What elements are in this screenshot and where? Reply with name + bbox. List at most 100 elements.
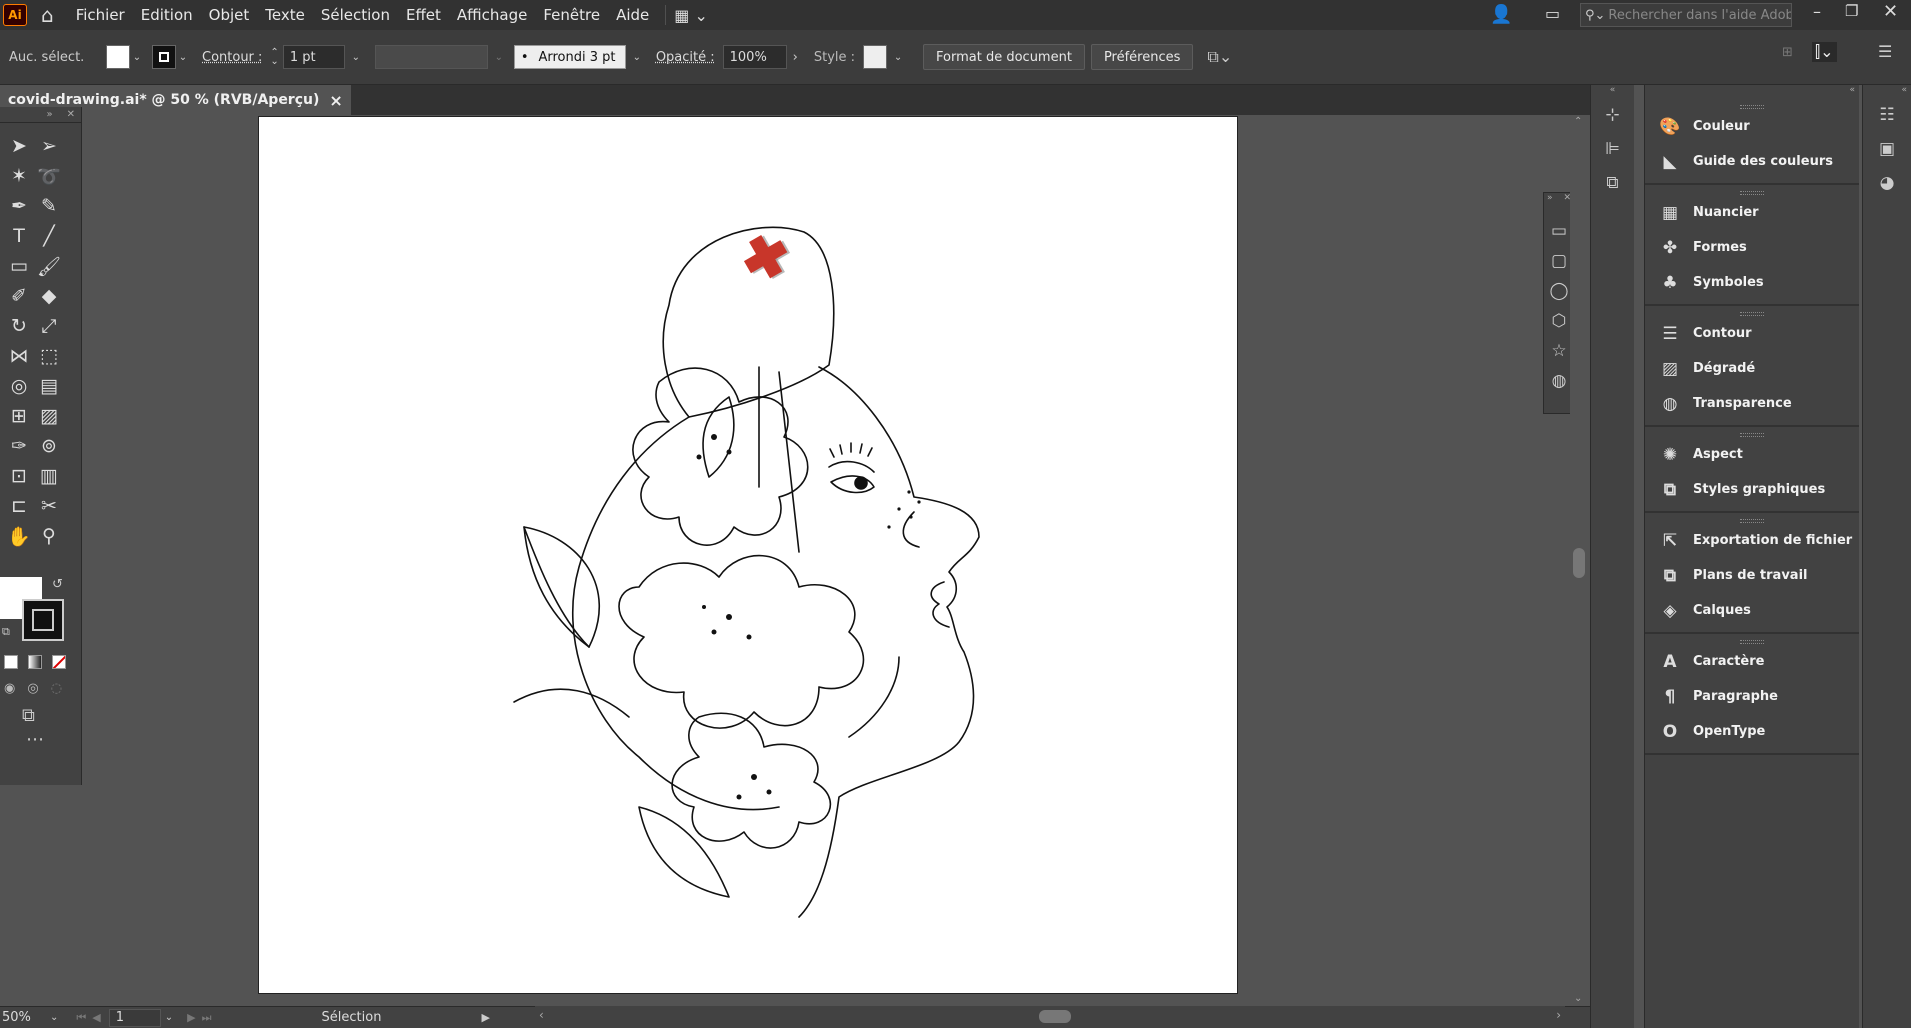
collapse-icon[interactable]: »: [1547, 193, 1553, 207]
rounded-rectangle-shape-icon[interactable]: ▢: [1551, 251, 1567, 271]
menu-aide[interactable]: Aide: [608, 6, 657, 24]
chevron-down-icon[interactable]: ⌄: [349, 52, 363, 63]
scroll-down-icon[interactable]: ⌄: [1574, 993, 1582, 1004]
panel-item-palette[interactable]: 🎨 Couleur: [1645, 109, 1859, 144]
learn-panel-icon[interactable]: ◕: [1880, 173, 1895, 193]
panel-item-swatches[interactable]: ▦ Nuancier: [1645, 195, 1859, 230]
horizontal-scroll-thumb[interactable]: [1039, 1010, 1071, 1023]
menu-selection[interactable]: Sélection: [313, 6, 398, 24]
collapse-icon[interactable]: »: [46, 109, 52, 120]
restore-icon[interactable]: ❐: [1845, 2, 1858, 20]
variable-width-profile[interactable]: [374, 45, 488, 69]
arrange-icon[interactable]: ⧉⌄: [1207, 47, 1232, 67]
panel-item-gradient[interactable]: ▨ Dégradé: [1645, 351, 1859, 386]
transform-panel-icon[interactable]: ⊹: [1605, 105, 1619, 125]
vertical-scroll-thumb[interactable]: [1573, 548, 1585, 578]
artwork-illustration[interactable]: [259, 117, 1239, 995]
properties-panel-icon[interactable]: ☷: [1879, 105, 1894, 125]
pen-tool-icon[interactable]: ✒: [4, 191, 34, 221]
zoom-field[interactable]: 50%: [0, 1010, 50, 1025]
ellipse-shape-icon[interactable]: ◯: [1549, 281, 1568, 301]
direct-selection-tool-icon[interactable]: ➢: [34, 131, 64, 161]
pathfinder-panel-icon[interactable]: ⧉: [1606, 173, 1618, 193]
polygon-shape-icon[interactable]: ⬡: [1552, 311, 1567, 331]
panel-item-character[interactable]: A Caractère: [1645, 644, 1859, 679]
libraries-panel-icon[interactable]: ▣: [1879, 139, 1895, 159]
hand-tool-icon[interactable]: ✋: [4, 521, 34, 551]
curvature-tool-icon[interactable]: ✎: [34, 191, 64, 221]
rectangle-tool-icon[interactable]: ▭: [4, 251, 34, 281]
artboard-number-field[interactable]: 1: [108, 1008, 161, 1027]
artboard-tool-icon[interactable]: ⊏: [4, 491, 34, 521]
panel-item-color-guide[interactable]: ◣ Guide des couleurs: [1645, 144, 1859, 179]
menu-fenetre[interactable]: Fenêtre: [535, 6, 608, 24]
magic-wand-tool-icon[interactable]: ✶: [4, 161, 34, 191]
screen-mode-icon[interactable]: ⧉: [22, 705, 35, 726]
symbol-sprayer-tool-icon[interactable]: ⊡: [4, 461, 34, 491]
star-shape-icon[interactable]: ☆: [1551, 341, 1566, 361]
first-artboard-icon[interactable]: ⏮: [76, 1011, 86, 1025]
close-window-icon[interactable]: ✕: [1883, 1, 1898, 22]
menu-affichage[interactable]: Affichage: [449, 6, 535, 24]
collapse-icon[interactable]: «: [1591, 85, 1634, 99]
slice-tool-icon[interactable]: ✂: [34, 491, 64, 521]
vertical-scrollbar[interactable]: ⌃ ⌄: [1570, 116, 1588, 1004]
panel-item-transparency[interactable]: ◍ Transparence: [1645, 386, 1859, 421]
help-search-input[interactable]: Rechercher dans l'aide Adobe: [1608, 8, 1791, 23]
free-transform-tool-icon[interactable]: ⬚: [34, 341, 64, 371]
gradient-tool-icon[interactable]: ▨: [34, 401, 64, 431]
fill-swatch[interactable]: [106, 45, 130, 69]
rectangle-shape-icon[interactable]: ▭: [1551, 221, 1567, 241]
chevron-down-icon[interactable]: ⌄: [492, 52, 506, 63]
shape-builder-tool-icon[interactable]: ◎: [4, 371, 34, 401]
graphic-style-swatch[interactable]: [863, 45, 888, 69]
chevron-down-icon[interactable]: ⌄: [630, 52, 644, 63]
menu-edition[interactable]: Edition: [133, 6, 201, 24]
more-tools-icon[interactable]: ⋯: [26, 729, 44, 750]
stepper-icon[interactable]: ⌃ ⌄: [270, 48, 278, 67]
collapse-icon[interactable]: «: [1863, 85, 1911, 99]
menu-fichier[interactable]: Fichier: [68, 6, 133, 24]
panel-item-artboards[interactable]: ⧉ Plans de travail: [1645, 558, 1859, 593]
transform-grid-icon[interactable]: ⊞: [1782, 45, 1793, 60]
chevron-down-icon[interactable]: ⌄: [50, 1012, 58, 1023]
blend-tool-icon[interactable]: ⊚: [34, 431, 64, 461]
collapse-icon[interactable]: «: [1645, 85, 1859, 99]
contour-label[interactable]: Contour :: [202, 50, 262, 65]
eraser-tool-icon[interactable]: ◆: [34, 281, 64, 311]
stroke-swatch[interactable]: [152, 45, 176, 69]
zoom-tool-icon[interactable]: ⚲: [34, 521, 64, 551]
paintbrush-tool-icon[interactable]: 🖌: [34, 251, 64, 281]
panel-item-graphic-styles[interactable]: ⧉ Styles graphiques: [1645, 472, 1859, 507]
menu-objet[interactable]: Objet: [201, 6, 258, 24]
gradient-mode-button[interactable]: [28, 655, 42, 669]
perspective-grid-tool-icon[interactable]: ▤: [34, 371, 64, 401]
chevron-right-icon[interactable]: ›: [793, 50, 798, 65]
align-options-icon[interactable]: ⫿⌄: [1812, 42, 1837, 62]
preferences-button[interactable]: Préférences: [1090, 44, 1194, 70]
workspace-switcher-icon[interactable]: ▦ ⌄: [674, 6, 708, 25]
panel-item-stroke[interactable]: ☰ Contour: [1645, 316, 1859, 351]
line-tool-icon[interactable]: ╱: [34, 221, 64, 251]
lasso-tool-icon[interactable]: ➰: [34, 161, 64, 191]
chevron-down-icon[interactable]: ⌄: [891, 52, 905, 63]
rotate-tool-icon[interactable]: ↻: [4, 311, 34, 341]
close-panel-icon[interactable]: ✕: [67, 109, 75, 120]
stroke-color-swatch[interactable]: [22, 599, 64, 641]
home-icon[interactable]: ⌂: [41, 3, 54, 27]
none-mode-button[interactable]: [52, 655, 66, 669]
draw-normal-icon[interactable]: ◉: [4, 681, 15, 696]
swap-colors-icon[interactable]: ↺: [52, 577, 63, 592]
opacity-label[interactable]: Opacité :: [656, 50, 715, 65]
menu-texte[interactable]: Texte: [257, 6, 313, 24]
width-tool-icon[interactable]: ⋈: [4, 341, 34, 371]
stroke-weight-field[interactable]: 1 pt: [282, 45, 345, 69]
opacity-field[interactable]: 100%: [722, 45, 787, 69]
help-search-box[interactable]: ⚲⌄ Rechercher dans l'aide Adobe: [1580, 3, 1792, 27]
column-graph-tool-icon[interactable]: ▥: [34, 461, 64, 491]
chevron-down-icon[interactable]: ⌄: [165, 1012, 173, 1023]
panel-item-opentype[interactable]: O OpenType: [1645, 714, 1859, 749]
panel-toggle-icon[interactable]: ▭: [1545, 4, 1560, 23]
draw-inside-icon[interactable]: ◌: [51, 681, 62, 696]
last-artboard-icon[interactable]: ⏭: [202, 1011, 212, 1025]
